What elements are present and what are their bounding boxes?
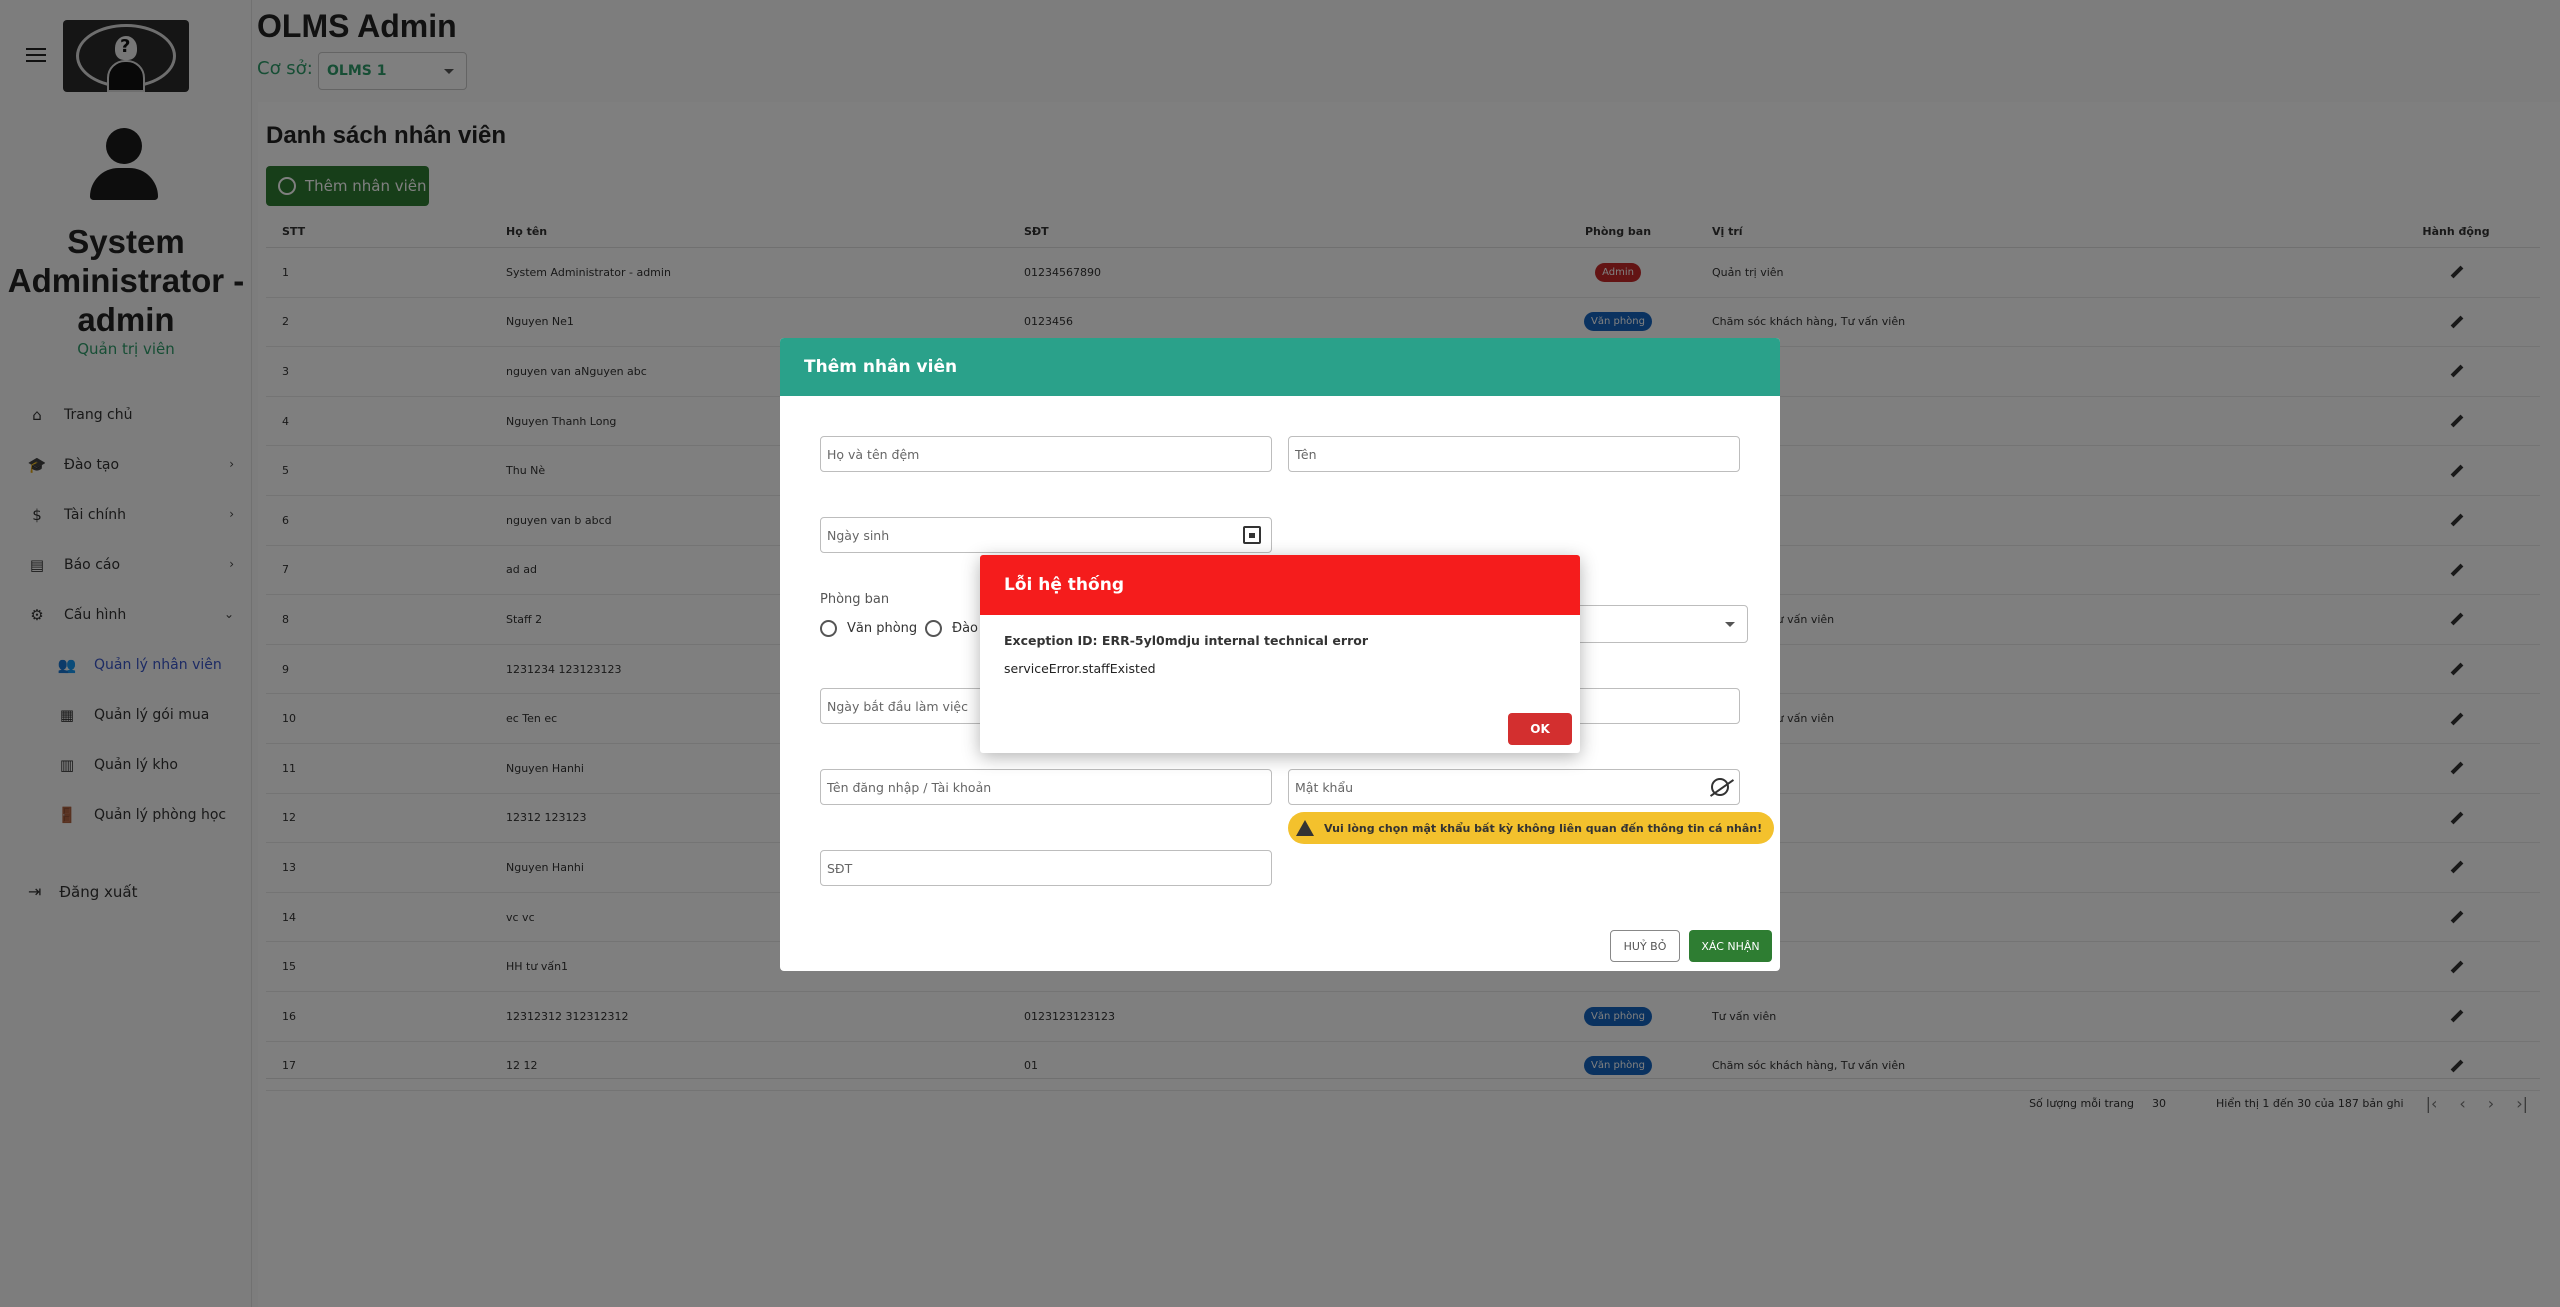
password-field[interactable]: Mật khẩu [1288, 769, 1740, 805]
dialog-title: Thêm nhân viên [780, 338, 1780, 396]
dept-label: Phòng ban [820, 592, 890, 607]
password-warning: Vui lòng chọn mật khẩu bất kỳ không liên… [1288, 812, 1775, 844]
cancel-button[interactable]: HUỶ BỎ [1610, 930, 1680, 962]
username-field[interactable]: Tên đăng nhập / Tài khoản [820, 769, 1272, 805]
dept-radio-training[interactable]: Đào t [925, 620, 987, 637]
position-select[interactable] [1572, 605, 1748, 643]
error-dialog: Lỗi hệ thống Exception ID: ERR-5yl0mdju … [980, 555, 1580, 753]
error-title: Lỗi hệ thống [980, 555, 1580, 615]
dob-field[interactable]: Ngày sinh [820, 517, 1272, 553]
dob-placeholder: Ngày sinh [827, 528, 890, 543]
phone-field[interactable]: SĐT [820, 850, 1272, 886]
visibility-off-icon[interactable] [1711, 778, 1729, 796]
chevron-down-icon [1725, 622, 1735, 627]
password-warning-text: Vui lòng chọn mật khẩu bất kỳ không liên… [1324, 821, 1763, 835]
error-message: serviceError.staffExisted [1004, 661, 1156, 676]
radio-icon [820, 620, 837, 637]
warning-icon [1296, 820, 1314, 836]
radio-icon [925, 620, 942, 637]
dept-radio-office[interactable]: Văn phòng [820, 620, 917, 637]
dept-option-office-label: Văn phòng [847, 621, 918, 636]
confirm-button[interactable]: XÁC NHẬN [1689, 930, 1772, 962]
calendar-icon[interactable] [1243, 526, 1261, 544]
password-placeholder: Mật khẩu [1295, 780, 1354, 795]
first-name-field[interactable]: Tên [1288, 436, 1740, 472]
middle-name-field[interactable]: Họ và tên đệm [820, 436, 1272, 472]
ok-button[interactable]: OK [1508, 713, 1572, 745]
error-exception: Exception ID: ERR-5yl0mdju internal tech… [1004, 633, 1368, 648]
